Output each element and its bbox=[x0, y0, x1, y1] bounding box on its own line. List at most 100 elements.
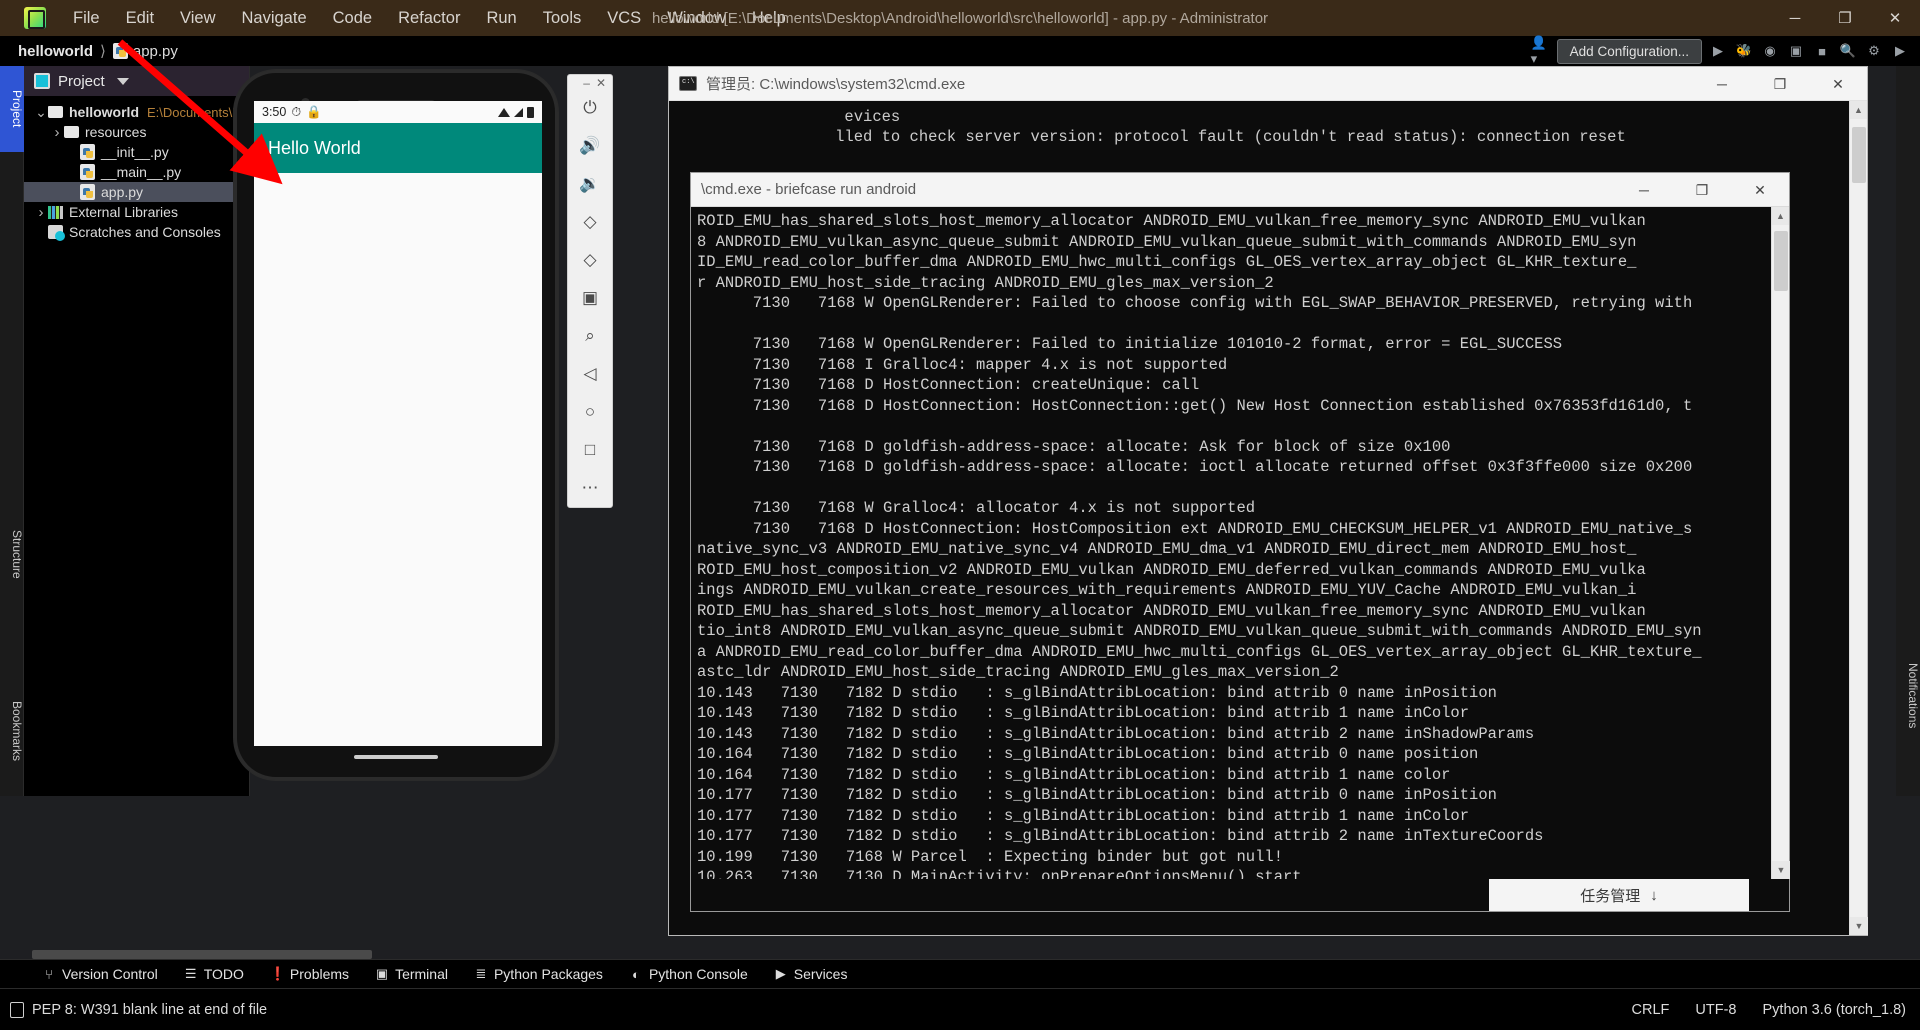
wifi-icon bbox=[498, 107, 510, 117]
encoding-indicator[interactable]: UTF-8 bbox=[1695, 1002, 1736, 1018]
rotate-right-icon[interactable]: ◇ bbox=[567, 241, 613, 279]
run-icon[interactable]: ▶ bbox=[1708, 41, 1728, 61]
status-message-group: PEP 8: W391 blank line at end of file bbox=[10, 1001, 267, 1018]
tree-node-resources[interactable]: resources bbox=[24, 122, 249, 142]
zoom-icon[interactable]: ⌕ bbox=[567, 317, 613, 355]
back-icon[interactable]: ◁ bbox=[567, 355, 613, 393]
right-tool-strip: Notifications bbox=[1896, 66, 1920, 796]
tree-node-label: resources bbox=[85, 124, 147, 140]
user-icon[interactable]: 👤▾ bbox=[1531, 35, 1551, 66]
scroll-down-icon[interactable]: ▼ bbox=[1772, 861, 1790, 879]
tool-window-label: Version Control bbox=[62, 966, 158, 982]
profile-icon[interactable]: ▣ bbox=[1786, 41, 1806, 61]
tree-node-external-libraries[interactable]: External Libraries bbox=[24, 202, 249, 222]
status-time: 3:50 bbox=[262, 105, 287, 119]
tool-window-problems[interactable]: ❗ Problems bbox=[258, 963, 361, 985]
briefcase-close-button[interactable]: ✕ bbox=[1731, 173, 1789, 207]
stop-icon[interactable]: ■ bbox=[1812, 41, 1832, 61]
menu-view[interactable]: View bbox=[167, 6, 228, 31]
navigation-bar: helloworld ⟩ app.py 👤▾ Add Configuration… bbox=[0, 35, 1920, 66]
briefcase-scroll-thumb[interactable] bbox=[1774, 231, 1788, 291]
android-emulator-window[interactable]: 3:50 ⏱ 🔒 Hello World bbox=[234, 70, 558, 780]
app-content-area[interactable] bbox=[254, 173, 542, 733]
menu-code[interactable]: Code bbox=[320, 6, 385, 31]
chevron-right-icon[interactable] bbox=[50, 124, 64, 141]
tree-node-label: app.py bbox=[101, 184, 144, 200]
tool-window-python-console[interactable]: ◐ Python Console bbox=[617, 963, 760, 985]
editor-horizontal-scrollbar[interactable] bbox=[32, 950, 372, 959]
emulator-minimize-button[interactable]: – bbox=[583, 77, 590, 89]
tree-node-init-py[interactable]: __init__.py bbox=[24, 142, 249, 162]
close-button[interactable]: ✕ bbox=[1870, 0, 1920, 36]
menu-file[interactable]: File bbox=[60, 6, 113, 31]
tree-node-app-py[interactable]: app.py bbox=[24, 182, 249, 202]
tool-window-todo[interactable]: ☰ TODO bbox=[172, 963, 256, 985]
project-panel: Project helloworld E:\Documents\De resou… bbox=[24, 66, 250, 796]
menu-help[interactable]: Help bbox=[739, 6, 799, 31]
overview-icon[interactable]: □ bbox=[567, 431, 613, 469]
scroll-up-icon[interactable]: ▲ bbox=[1772, 207, 1789, 225]
emulator-close-button[interactable]: ✕ bbox=[596, 77, 606, 89]
chevron-right-icon[interactable] bbox=[34, 204, 48, 221]
volume-down-icon[interactable]: 🔉 bbox=[567, 165, 613, 203]
coverage-icon[interactable]: ◉ bbox=[1760, 41, 1780, 61]
cmd-minimize-button[interactable]: ─ bbox=[1693, 67, 1751, 101]
power-icon[interactable]: ⏻ bbox=[567, 89, 613, 127]
home-icon[interactable]: ○ bbox=[567, 393, 613, 431]
briefcase-console-output[interactable]: ROID_EMU_has_shared_slots_host_memory_al… bbox=[691, 207, 1771, 879]
chevron-down-icon[interactable] bbox=[34, 104, 48, 121]
briefcase-maximize-button[interactable]: ❐ bbox=[1673, 173, 1731, 207]
menu-bar: File Edit View Navigate Code Refactor Ru… bbox=[60, 6, 799, 31]
emulator-screen[interactable]: 3:50 ⏱ 🔒 Hello World bbox=[254, 101, 542, 746]
task-manager-button[interactable]: 任务管理 ↓ bbox=[1489, 879, 1749, 911]
debug-icon[interactable]: 🐝 bbox=[1734, 41, 1754, 61]
tree-node-main-py[interactable]: __main__.py bbox=[24, 162, 249, 182]
sidebar-item-bookmarks[interactable]: Bookmarks bbox=[0, 676, 24, 786]
menu-tools[interactable]: Tools bbox=[530, 6, 595, 31]
sidebar-item-notifications[interactable]: Notifications bbox=[1896, 626, 1920, 766]
cmd-scrollbar[interactable]: ▲ ▼ bbox=[1849, 101, 1868, 935]
scroll-up-icon[interactable]: ▲ bbox=[1850, 101, 1867, 119]
rotate-left-icon[interactable]: ◇ bbox=[567, 203, 613, 241]
volume-up-icon[interactable]: 🔊 bbox=[567, 127, 613, 165]
cmd-maximize-button[interactable]: ❐ bbox=[1751, 67, 1809, 101]
menu-refactor[interactable]: Refactor bbox=[385, 6, 473, 31]
more-icon[interactable]: ⋯ bbox=[567, 469, 613, 507]
cmd-window-title-bar[interactable]: 管理员: C:\windows\system32\cmd.exe ─ ❐ ✕ bbox=[669, 67, 1867, 101]
minimize-button[interactable]: ─ bbox=[1770, 0, 1820, 36]
maximize-button[interactable]: ❐ bbox=[1820, 0, 1870, 36]
project-panel-header[interactable]: Project bbox=[24, 66, 249, 96]
briefcase-title-bar[interactable]: \cmd.exe - briefcase run android ─ ❐ ✕ bbox=[691, 173, 1789, 207]
tool-window-services[interactable]: ▶ Services bbox=[762, 963, 860, 985]
tree-node-helloworld[interactable]: helloworld E:\Documents\De bbox=[24, 102, 249, 122]
breadcrumb-file[interactable]: app.py bbox=[112, 43, 178, 60]
menu-navigate[interactable]: Navigate bbox=[229, 6, 320, 31]
sidebar-item-structure[interactable]: Structure bbox=[0, 506, 24, 602]
add-configuration-button[interactable]: Add Configuration... bbox=[1556, 38, 1702, 64]
menu-edit[interactable]: Edit bbox=[113, 6, 167, 31]
briefcase-minimize-button[interactable]: ─ bbox=[1615, 173, 1673, 207]
menu-run[interactable]: Run bbox=[473, 6, 529, 31]
tool-window-version-control[interactable]: ⑂ Version Control bbox=[30, 963, 170, 985]
menu-window[interactable]: Window bbox=[654, 6, 739, 31]
tool-window-python-packages[interactable]: ≣ Python Packages bbox=[462, 963, 615, 985]
tool-window-terminal[interactable]: ▣ Terminal bbox=[363, 963, 460, 985]
tool-window-label: TODO bbox=[203, 966, 244, 982]
interpreter-indicator[interactable]: Python 3.6 (torch_1.8) bbox=[1763, 1002, 1906, 1018]
breadcrumb-project[interactable]: helloworld bbox=[18, 43, 93, 60]
branch-icon: ⑂ bbox=[45, 966, 53, 982]
briefcase-console-window[interactable]: \cmd.exe - briefcase run android ─ ❐ ✕ R… bbox=[690, 172, 1790, 912]
settings-icon[interactable]: ⚙ bbox=[1864, 41, 1884, 61]
scroll-down-icon[interactable]: ▼ bbox=[1850, 917, 1868, 935]
cmd-scroll-thumb[interactable] bbox=[1852, 127, 1866, 183]
menu-vcs[interactable]: VCS bbox=[594, 6, 654, 31]
briefcase-scrollbar[interactable]: ▲ ▼ bbox=[1771, 207, 1790, 879]
tree-node-scratches[interactable]: Scratches and Consoles bbox=[24, 222, 249, 242]
line-separator-indicator[interactable]: CRLF bbox=[1632, 1002, 1670, 1018]
sidebar-item-project[interactable]: Project bbox=[0, 66, 24, 152]
search-icon[interactable]: 🔍 bbox=[1838, 41, 1858, 61]
updates-icon[interactable]: ▶ bbox=[1890, 41, 1910, 61]
screenshot-icon[interactable]: ▣ bbox=[567, 279, 613, 317]
cmd-close-button[interactable]: ✕ bbox=[1809, 67, 1867, 101]
chevron-down-icon[interactable] bbox=[116, 77, 129, 85]
